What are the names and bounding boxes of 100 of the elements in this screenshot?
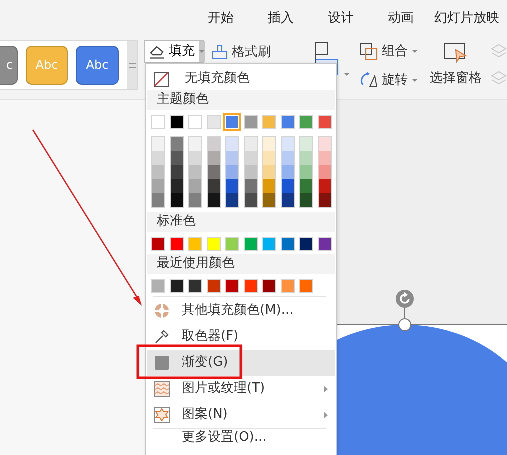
color-swatch[interactable] [262,237,276,251]
menu-item[interactable]: 无填充颜色 [147,68,335,90]
color-swatch[interactable] [280,237,294,251]
color-swatch[interactable] [206,279,220,293]
color-swatch[interactable] [244,115,258,129]
color-swatch[interactable] [152,193,164,207]
color-swatch[interactable] [299,237,313,251]
color-swatch[interactable] [170,237,184,251]
rotate-button[interactable]: 旋转 [360,70,418,90]
color-swatch[interactable] [263,137,275,151]
color-swatch[interactable] [206,237,220,251]
fill-button[interactable]: 填充 [144,40,204,63]
color-swatch[interactable] [151,279,165,293]
color-swatch[interactable] [282,165,294,179]
color-swatch[interactable] [170,179,182,193]
color-swatch[interactable] [244,137,256,151]
color-swatch[interactable] [299,115,313,129]
color-swatch[interactable] [189,137,201,151]
format-painter-button[interactable]: 格式刷 [212,43,271,62]
color-swatch[interactable] [208,193,220,207]
color-swatch[interactable] [152,165,164,179]
color-swatch[interactable] [318,193,330,207]
color-swatch[interactable] [318,115,332,129]
ribbon-tab[interactable]: 动画 [371,0,431,35]
color-swatch[interactable] [263,165,275,179]
color-swatch[interactable] [280,279,294,293]
color-swatch[interactable] [170,137,182,151]
color-swatch[interactable] [188,279,202,293]
color-swatch[interactable] [300,165,312,179]
color-swatch[interactable] [226,137,238,151]
color-swatch[interactable] [170,151,182,165]
color-swatch[interactable] [263,151,275,165]
menu-item[interactable]: 图片或纹理(T) [147,376,335,402]
no-fill-icon [154,72,169,86]
color-swatch[interactable] [244,165,256,179]
color-swatch[interactable] [262,115,276,129]
color-swatch[interactable] [170,279,184,293]
color-swatch[interactable] [263,179,275,193]
ribbon-tab[interactable]: 开始 [191,0,251,35]
color-swatch[interactable] [244,151,256,165]
color-swatch[interactable] [170,115,184,129]
color-swatch[interactable] [244,193,256,207]
group-button[interactable]: 组合 [360,42,418,62]
color-swatch[interactable] [300,137,312,151]
ribbon-tab[interactable]: 设计 [311,0,371,35]
menu-item[interactable]: 渐变(G) [147,350,335,376]
color-swatch[interactable] [226,179,238,193]
color-swatch[interactable] [280,115,294,129]
color-swatch[interactable] [318,151,330,165]
color-swatch[interactable] [189,151,201,165]
color-swatch[interactable] [151,237,165,251]
color-swatch[interactable] [151,115,165,129]
color-swatch[interactable] [189,165,201,179]
color-swatch[interactable] [226,193,238,207]
color-swatch[interactable] [226,165,238,179]
ribbon-tab[interactable]: 插入 [251,0,311,35]
color-swatch[interactable] [282,137,294,151]
selection-pane-button[interactable]: 选择窗格 [430,43,482,88]
eyedropper-icon [154,329,170,345]
color-swatch[interactable] [225,279,239,293]
color-swatch[interactable] [208,179,220,193]
color-swatch[interactable] [318,165,330,179]
color-swatch[interactable] [170,193,182,207]
color-swatch[interactable] [263,193,275,207]
menu-item[interactable]: 图案(N) [147,402,335,428]
color-swatch[interactable] [188,237,202,251]
shape-style-swatch[interactable]: Abc [76,46,119,84]
color-swatch[interactable] [152,179,164,193]
color-swatch[interactable] [208,151,220,165]
more-icon[interactable] [128,62,136,68]
color-swatch[interactable] [300,151,312,165]
menu-item[interactable]: 其他填充颜色(M)... [147,298,335,324]
color-swatch[interactable] [152,151,164,165]
ribbon-tab[interactable]: 幻灯片放映 [431,0,503,35]
color-swatch[interactable] [208,137,220,151]
color-swatch[interactable] [318,137,330,151]
menu-item[interactable]: 取色器(F) [147,324,335,350]
color-swatch[interactable] [244,279,258,293]
color-swatch[interactable] [225,237,239,251]
color-swatch[interactable] [189,193,201,207]
color-swatch[interactable] [282,179,294,193]
color-swatch[interactable] [208,165,220,179]
color-swatch[interactable] [244,237,258,251]
color-swatch[interactable] [226,151,238,165]
color-swatch[interactable] [282,193,294,207]
color-swatch[interactable] [189,179,201,193]
color-swatch[interactable] [282,151,294,165]
color-swatch[interactable] [206,115,220,129]
color-swatch[interactable] [300,193,312,207]
menu-item[interactable]: 更多设置(O)... [147,429,335,447]
color-swatch[interactable] [188,115,202,129]
color-swatch[interactable] [300,179,312,193]
color-swatch[interactable] [318,179,330,193]
color-swatch[interactable] [170,165,182,179]
color-swatch[interactable] [152,137,164,151]
color-swatch[interactable] [244,179,256,193]
color-swatch[interactable] [318,237,332,251]
rotation-handle[interactable] [396,290,414,320]
color-swatch[interactable] [299,279,313,293]
color-swatch[interactable] [262,279,276,293]
